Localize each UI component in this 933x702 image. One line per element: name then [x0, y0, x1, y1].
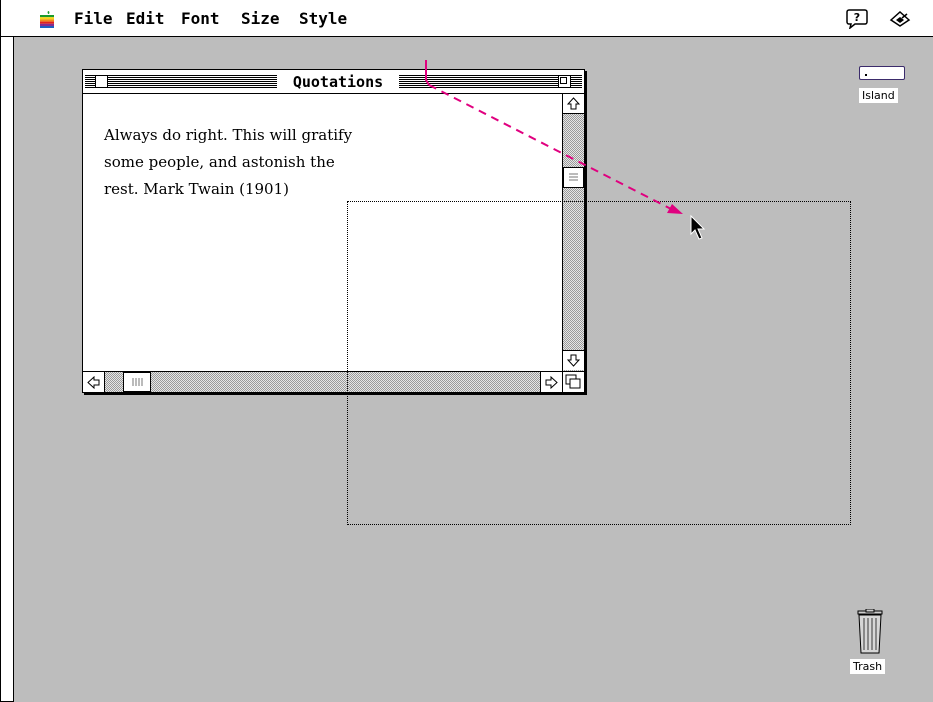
menu-size[interactable]: Size — [241, 10, 280, 28]
application-menu-icon[interactable] — [888, 9, 912, 29]
window-title: Quotations — [277, 71, 399, 93]
window-drag-outline — [347, 201, 851, 525]
horizontal-scroll-thumb[interactable] — [123, 372, 151, 392]
screen: File Edit Font Size Style ? Quotations A… — [0, 0, 933, 702]
menu-edit[interactable]: Edit — [126, 10, 165, 28]
zoom-box[interactable] — [558, 75, 571, 88]
quote-text[interactable]: Always do right. This will gratify some … — [104, 122, 434, 203]
apple-menu-icon[interactable] — [39, 10, 55, 28]
balloon-help-icon[interactable]: ? — [846, 9, 868, 29]
trash-label[interactable]: Trash — [850, 659, 886, 674]
title-bar[interactable]: Quotations — [83, 70, 584, 94]
menu-file[interactable]: File — [74, 10, 113, 28]
vertical-scroll-thumb[interactable] — [563, 167, 584, 188]
menu-bar: File Edit Font Size Style ? — [1, 0, 933, 37]
scroll-up-arrow-icon[interactable] — [563, 94, 584, 114]
scroll-left-arrow-icon[interactable] — [83, 372, 105, 392]
menu-style[interactable]: Style — [299, 10, 347, 28]
close-box[interactable] — [95, 75, 108, 88]
menu-font[interactable]: Font — [181, 10, 220, 28]
disk-slot — [865, 74, 867, 76]
svg-text:?: ? — [854, 11, 860, 24]
disk-label[interactable]: Island — [859, 88, 898, 103]
trash-icon[interactable] — [855, 609, 885, 655]
disk-icon[interactable] — [859, 66, 905, 80]
